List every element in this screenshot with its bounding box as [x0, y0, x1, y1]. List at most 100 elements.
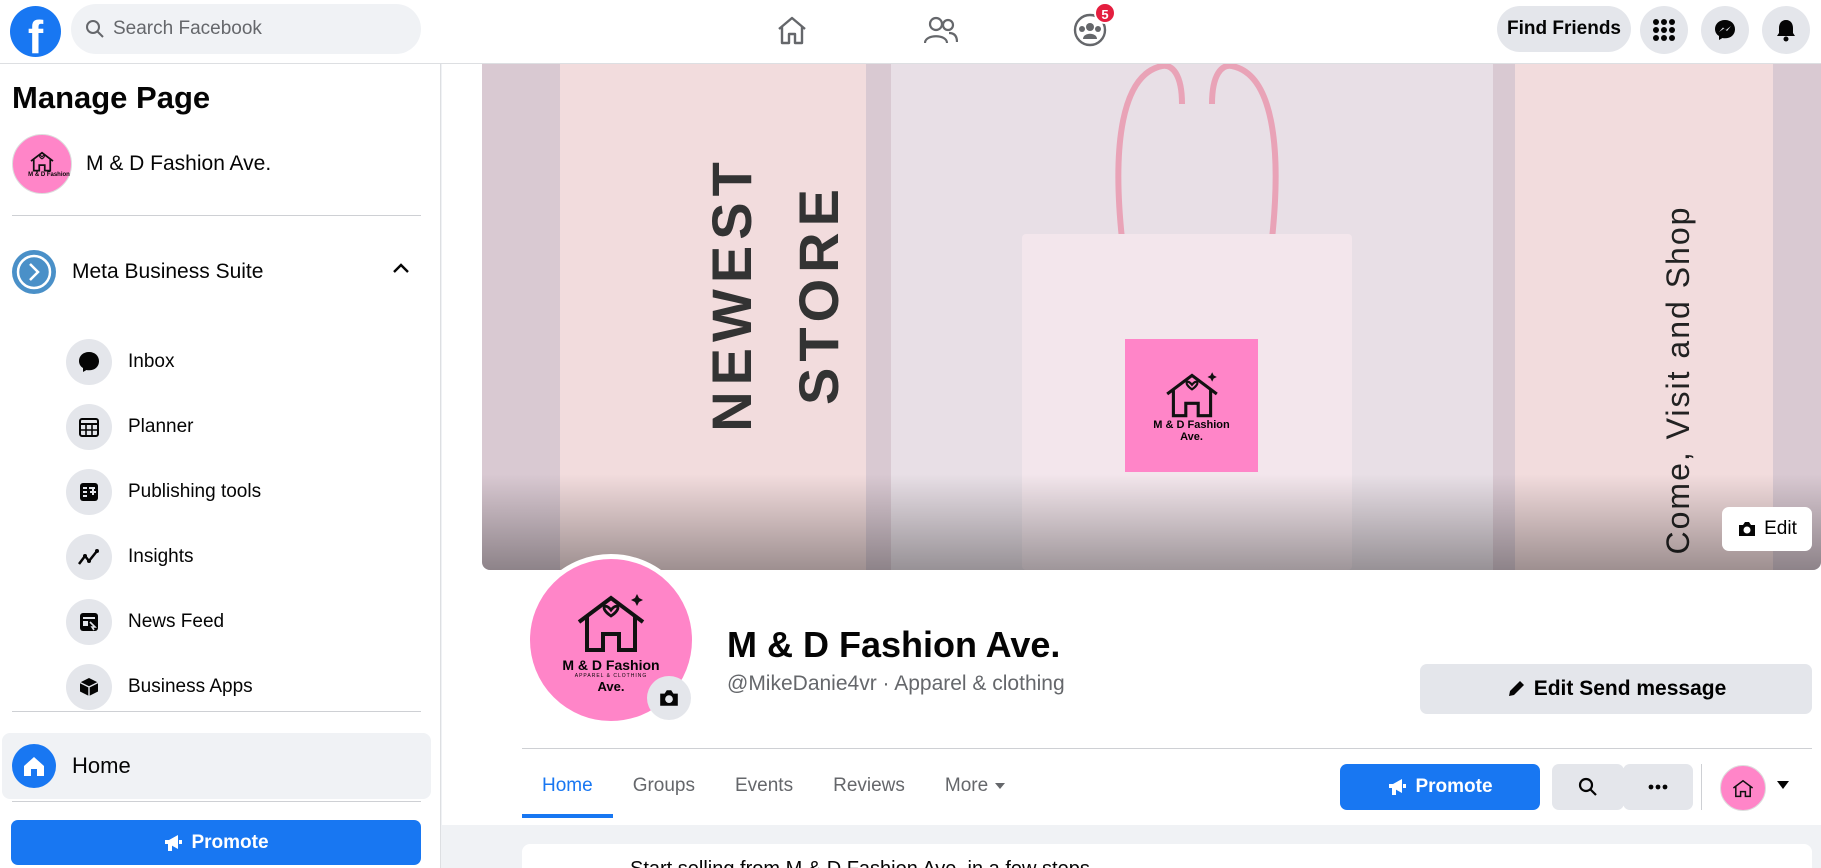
publishing-tools-icon	[66, 469, 112, 515]
sidebar-page-row[interactable]: M & D Fashion M & D Fashion Ave.	[12, 134, 271, 194]
chat-bubble-icon	[66, 339, 112, 385]
page-avatar-small: M & D Fashion	[12, 134, 72, 194]
bag-handle-icon	[1115, 64, 1279, 240]
edit-cover-button[interactable]: Edit	[1722, 507, 1812, 551]
sidebar-item-insights[interactable]: Insights	[66, 529, 193, 585]
page-title: M & D Fashion Ave.	[727, 624, 1061, 665]
promote-label: Promote	[1415, 776, 1493, 797]
camera-icon	[1739, 522, 1756, 536]
messenger-icon	[1715, 20, 1735, 40]
tab-home[interactable]: Home	[522, 754, 613, 818]
sidebar-item-label: Insights	[128, 546, 194, 567]
caret-down-icon[interactable]	[1776, 780, 1790, 790]
logo-text-small: M & D Fashion	[28, 172, 70, 178]
insights-icon	[66, 534, 112, 580]
tab-reviews[interactable]: Reviews	[813, 754, 925, 818]
caret-down-icon	[995, 783, 1006, 789]
bell-icon	[1777, 20, 1795, 42]
sidebar-item-inbox[interactable]: Inbox	[66, 334, 174, 390]
tab-label: Reviews	[833, 775, 905, 796]
sidebar-item-label: Inbox	[128, 351, 175, 372]
edit-send-message-button[interactable]: Edit Send message	[1420, 664, 1812, 714]
sidebar-item-label: Business Apps	[128, 676, 253, 697]
megaphone-icon	[1389, 779, 1407, 795]
sidebar-home-label: Home	[72, 753, 131, 778]
sidebar-promote-button[interactable]: Promote	[11, 820, 421, 865]
sidebar-title: Manage Page	[12, 80, 211, 115]
sidebar-item-publishing-tools[interactable]: Publishing tools	[66, 464, 261, 520]
profile-logo-suffix: Ave.	[597, 678, 625, 694]
news-feed-icon	[66, 599, 112, 645]
tab-label: More	[944, 775, 989, 796]
actions-divider	[1701, 764, 1702, 810]
ellipsis-icon	[1648, 784, 1668, 790]
sidebar-item-news-feed[interactable]: News Feed	[66, 594, 224, 650]
tab-events[interactable]: Events	[715, 754, 813, 818]
chevron-up-icon[interactable]	[392, 262, 410, 274]
sidebar-item-label: Publishing tools	[128, 481, 262, 502]
house-logo-icon	[30, 151, 54, 172]
nav-home-button[interactable]	[768, 8, 816, 52]
more-options-button[interactable]	[1623, 764, 1693, 810]
search-icon	[1578, 777, 1597, 796]
megaphone-icon	[165, 834, 183, 851]
edit-send-message-label: Edit Send message	[1533, 677, 1727, 700]
sidebar-promote-label: Promote	[191, 831, 269, 853]
tab-label: Events	[735, 775, 794, 796]
facebook-logo-icon[interactable]: f	[10, 6, 61, 57]
tab-more[interactable]: More	[925, 754, 1026, 818]
grid-menu-icon	[1653, 19, 1675, 41]
home-outline-icon	[778, 16, 806, 45]
update-profile-picture-button[interactable]	[647, 676, 691, 720]
sidebar-item-label: Planner	[128, 416, 194, 437]
bag-logo: M & D Fashion Ave.	[1125, 339, 1258, 472]
notifications-button[interactable]	[1762, 6, 1810, 54]
search-input[interactable]	[113, 18, 393, 40]
tabs-divider	[522, 748, 1812, 749]
menu-button[interactable]	[1640, 6, 1688, 54]
tab-label: Home	[542, 775, 593, 796]
sidebar-item-planner[interactable]: Planner	[66, 399, 194, 455]
find-friends-button[interactable]: Find Friends	[1497, 6, 1631, 52]
search-box[interactable]	[71, 4, 421, 54]
nav-friends-button[interactable]	[917, 8, 965, 52]
manage-page-sidebar: Manage Page M & D Fashion M & D Fashion …	[0, 64, 441, 868]
page-main-content: NEWEST STORE Come, Visit and Shop M & D …	[442, 64, 1821, 868]
post-text: Start selling from M & D Fashion Ave. in…	[630, 858, 1090, 868]
meta-business-suite-row[interactable]: Meta Business Suite	[12, 244, 422, 300]
page-search-button[interactable]	[1552, 764, 1624, 810]
page-tabs: Home Groups Events Reviews More	[522, 754, 1026, 818]
profile-logo-name: M & D Fashion	[562, 656, 660, 673]
tab-groups[interactable]: Groups	[613, 754, 715, 818]
friends-icon	[924, 16, 958, 44]
house-logo-icon	[1165, 371, 1218, 417]
sidebar-item-home[interactable]: Home	[2, 733, 431, 799]
meta-business-suite-icon	[12, 250, 56, 294]
tab-label: Groups	[632, 775, 695, 796]
page-username-category: @MikeDanie4vr · Apparel & clothing	[727, 672, 1065, 695]
sidebar-divider	[12, 801, 421, 802]
cover-text-store: STORE	[787, 183, 850, 405]
bag-logo-name: M & D Fashion	[1153, 418, 1230, 431]
messenger-button[interactable]	[1701, 6, 1749, 54]
nav-groups-button[interactable]: 5	[1066, 2, 1116, 52]
home-icon	[12, 744, 56, 788]
house-logo-icon	[577, 593, 645, 652]
pencil-icon	[1508, 681, 1524, 696]
sidebar-divider	[12, 711, 421, 712]
sidebar-divider	[12, 215, 421, 216]
house-logo-icon	[1732, 779, 1754, 798]
sidebar-page-name: M & D Fashion Ave.	[86, 152, 272, 175]
cube-icon	[66, 664, 112, 710]
sidebar-item-label: News Feed	[128, 611, 225, 632]
calendar-icon	[66, 404, 112, 450]
groups-notification-badge: 5	[1094, 2, 1116, 24]
bag-logo-suffix: Ave.	[1180, 430, 1203, 443]
edit-cover-label: Edit	[1764, 518, 1797, 539]
promote-button[interactable]: Promote	[1340, 764, 1540, 810]
cover-text-newest: NEWEST	[700, 156, 763, 432]
cover-photo: NEWEST STORE Come, Visit and Shop M & D …	[482, 64, 1821, 570]
meta-business-suite-label: Meta Business Suite	[72, 260, 264, 283]
sidebar-item-business-apps[interactable]: Business Apps	[66, 659, 253, 715]
switch-profile-avatar[interactable]	[1720, 765, 1766, 811]
